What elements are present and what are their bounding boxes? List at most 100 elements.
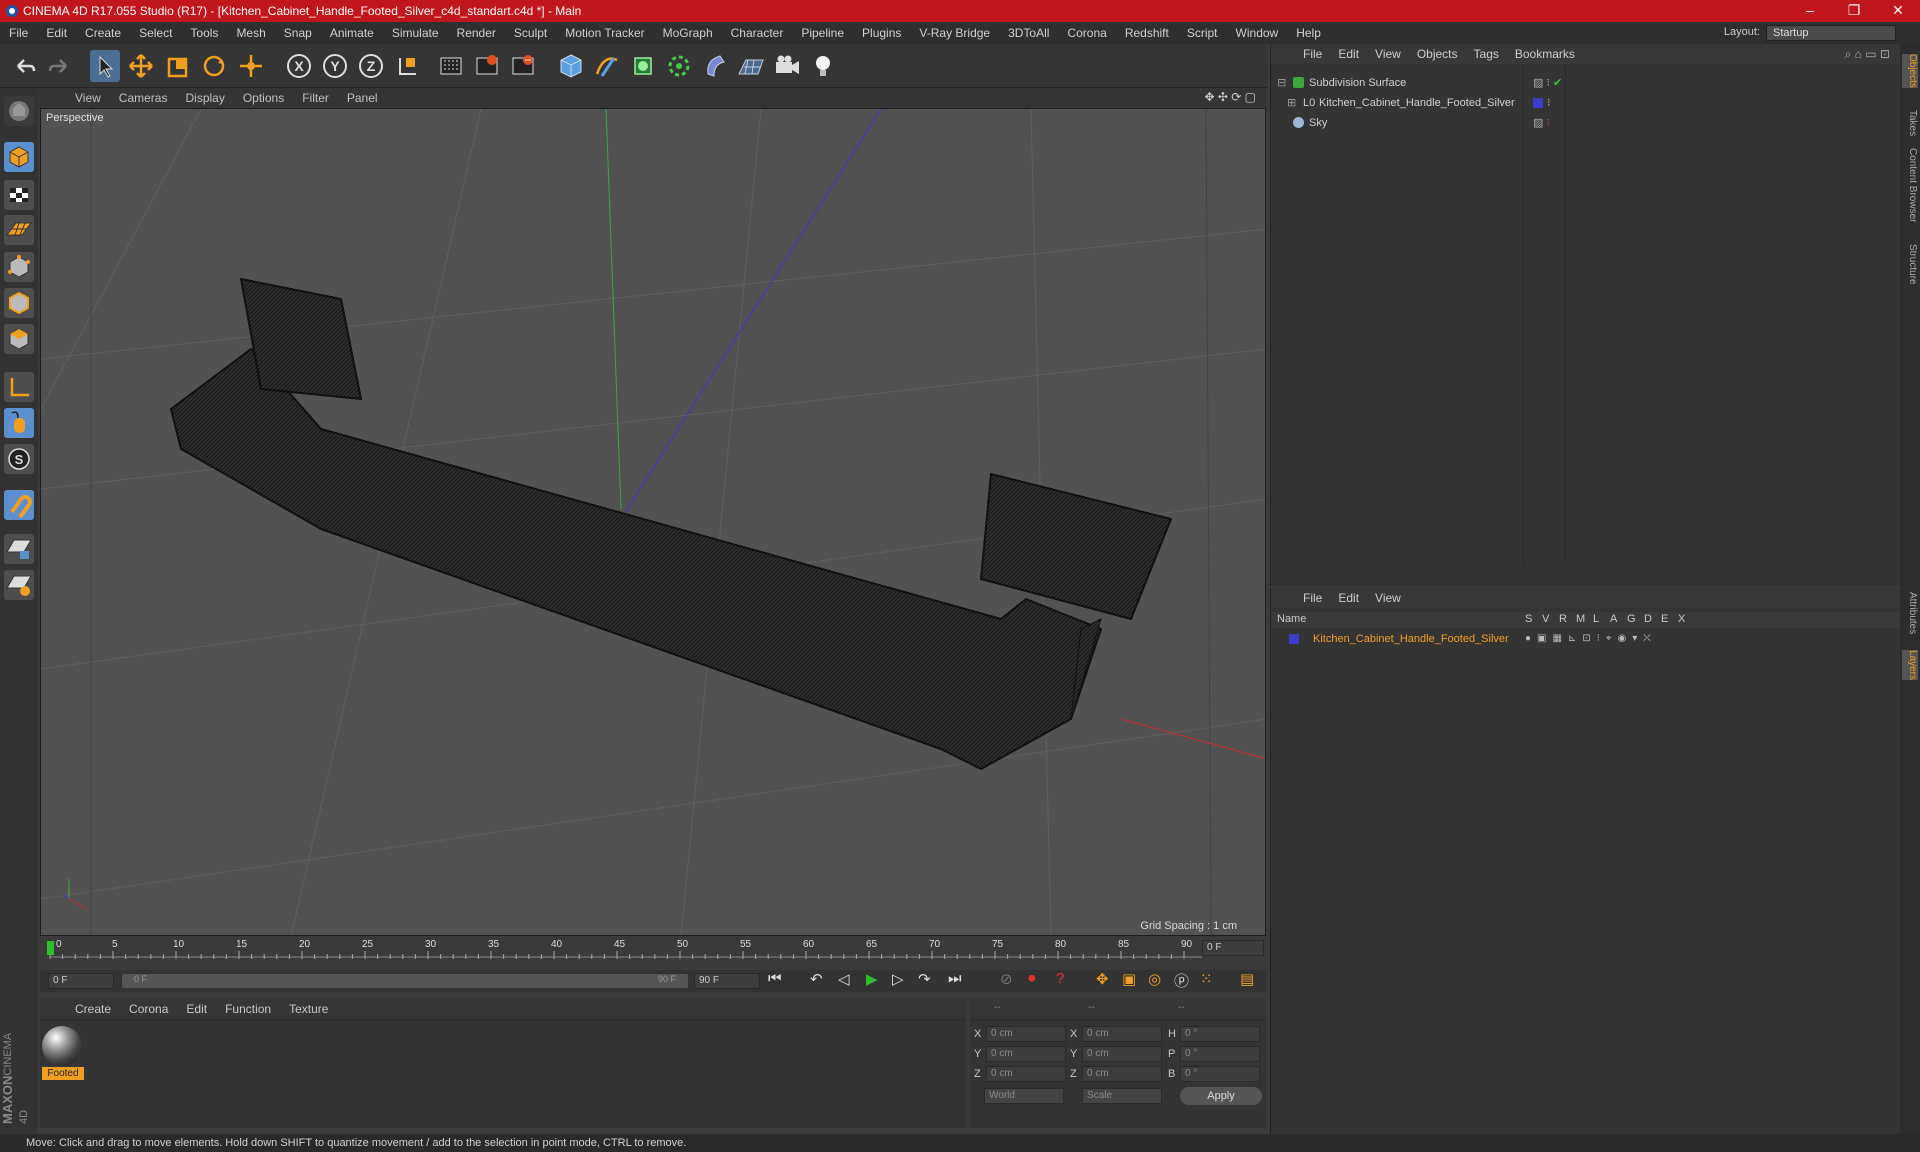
size-x-field[interactable]: 0 cm [1082, 1026, 1162, 1042]
rotation-p-field[interactable]: 0 ° [1180, 1046, 1260, 1062]
camera-object-icon[interactable] [772, 50, 802, 82]
scale-tool-icon[interactable] [163, 50, 193, 82]
position-y-field[interactable]: 0 cm [986, 1046, 1066, 1062]
previous-frame-icon[interactable]: ◁ [838, 970, 850, 988]
material-menu-corona[interactable]: Corona [120, 1002, 177, 1016]
object-menu-view[interactable]: View [1367, 47, 1409, 61]
size-y-field[interactable]: 0 cm [1082, 1046, 1162, 1062]
menu-animate[interactable]: Animate [321, 26, 383, 40]
deformer-bend-icon[interactable] [700, 50, 730, 82]
menu-character[interactable]: Character [722, 26, 793, 40]
edges-mode-icon[interactable] [4, 288, 34, 318]
menu-snap[interactable]: Snap [275, 26, 321, 40]
object-menu-edit[interactable]: Edit [1330, 47, 1367, 61]
minimize-button[interactable]: – [1788, 0, 1832, 22]
go-to-end-icon[interactable]: ⏭ [948, 970, 962, 987]
menu-corona[interactable]: Corona [1058, 26, 1115, 40]
visibility-dots-icon[interactable]: ⁝ [1547, 94, 1551, 112]
layer-menu-edit[interactable]: Edit [1330, 591, 1367, 605]
menu-simulate[interactable]: Simulate [383, 26, 448, 40]
key-position-icon[interactable]: ✥ [1096, 970, 1109, 988]
menu-motion-tracker[interactable]: Motion Tracker [556, 26, 653, 40]
timeline-ruler[interactable]: 0 5 10 15 20 25 30 35 40 45 50 55 60 65 … [40, 937, 1266, 973]
menu-sculpt[interactable]: Sculpt [505, 26, 556, 40]
previous-key-icon[interactable]: ↶ [810, 970, 823, 988]
frame-range-slider[interactable]: 0 F 90 F [122, 974, 688, 988]
expand-icon[interactable]: ⊞ [1287, 94, 1296, 112]
menu-file[interactable]: File [0, 26, 37, 40]
close-button[interactable]: ✕ [1876, 0, 1920, 22]
polygons-mode-icon[interactable] [4, 324, 34, 354]
material-menu-create[interactable]: Create [66, 1002, 120, 1016]
viewport-menu-panel[interactable]: Panel [338, 91, 387, 105]
current-frame-field[interactable]: 0 F [1202, 940, 1264, 956]
select-tool-icon[interactable] [90, 50, 120, 82]
floor-object-icon[interactable] [736, 50, 766, 82]
menu-pipeline[interactable]: Pipeline [792, 26, 853, 40]
layer-color-icon[interactable] [1533, 98, 1543, 108]
menu-tools[interactable]: Tools [181, 26, 227, 40]
object-row-handle[interactable]: ⊞ L0 Kitchen_Cabinet_Handle_Footed_Silve… [1275, 94, 1895, 112]
object-row-sky[interactable]: Sky ▨ ⁝ [1275, 114, 1895, 132]
key-parameter-icon[interactable]: ⓟ [1174, 970, 1189, 991]
object-manager-search-icon[interactable]: ⌕ ⌂ ▭ ⊡ [1845, 47, 1890, 62]
end-frame-field[interactable]: 90 F [694, 973, 760, 989]
menu-mograph[interactable]: MoGraph [654, 26, 722, 40]
tab-layers[interactable]: Layers [1902, 650, 1918, 681]
layout-dropdown[interactable]: Startup [1766, 25, 1896, 41]
tweak-mode-icon[interactable] [4, 408, 34, 438]
layer-menu-file[interactable]: File [1295, 591, 1330, 605]
viewport-menu-filter[interactable]: Filter [293, 91, 338, 105]
coordinate-system-icon[interactable] [392, 50, 422, 82]
rotation-b-field[interactable]: 0 ° [1180, 1066, 1260, 1082]
motion-record-icon[interactable]: ⊘ [1000, 970, 1013, 988]
material-swatch[interactable]: Footed [42, 1026, 84, 1080]
workplane-mode-icon[interactable] [4, 215, 34, 245]
viewport-menu-view[interactable]: View [66, 91, 110, 105]
menu-script[interactable]: Script [1178, 26, 1227, 40]
layer-row[interactable]: Kitchen_Cabinet_Handle_Footed_Silver ●▣▦… [1275, 630, 1895, 648]
viewport-menu-options[interactable]: Options [234, 91, 293, 105]
start-frame-field[interactable]: 0 F [48, 973, 114, 989]
visibility-toggle-icon[interactable]: ▨ ⁝ [1533, 114, 1550, 132]
perspective-viewport[interactable]: Perspective Grid Spacing : 1 cm [40, 108, 1266, 936]
apply-button[interactable]: Apply [1180, 1087, 1262, 1105]
cube-primitive-icon[interactable] [556, 50, 586, 82]
snapping-icon[interactable] [4, 490, 34, 520]
object-menu-objects[interactable]: Objects [1409, 47, 1466, 61]
menu-help[interactable]: Help [1287, 26, 1330, 40]
layer-color-icon[interactable] [1289, 634, 1299, 644]
record-keyframe-icon[interactable]: ⏺ [1028, 970, 1036, 987]
autokey-icon[interactable]: ? [1056, 970, 1064, 987]
transform-tool-icon[interactable] [236, 50, 266, 82]
menu-select[interactable]: Select [130, 26, 181, 40]
redo-icon[interactable] [44, 50, 74, 82]
texture-mode-icon[interactable] [4, 180, 34, 210]
scale-mode-dropdown[interactable]: Scale [1082, 1088, 1162, 1104]
key-rotation-icon[interactable]: ◎ [1148, 970, 1161, 988]
viewport-menu-cameras[interactable]: Cameras [110, 91, 177, 105]
tab-objects[interactable]: Objects [1902, 54, 1918, 88]
layer-flag-icons[interactable]: ●▣▦⊾⊡⁝⌖◉▾⛌ [1525, 630, 1657, 648]
y-axis-lock-icon[interactable]: Y [320, 50, 350, 82]
menu-mesh[interactable]: Mesh [227, 26, 274, 40]
menu-render[interactable]: Render [448, 26, 505, 40]
maximize-button[interactable]: ❐ [1832, 0, 1876, 22]
light-object-icon[interactable] [808, 50, 838, 82]
undo-icon[interactable] [10, 50, 40, 82]
tab-structure[interactable]: Structure [1902, 244, 1918, 285]
subdivision-surface-icon[interactable] [628, 50, 658, 82]
layer-menu-view[interactable]: View [1367, 591, 1409, 605]
menu-redshift[interactable]: Redshift [1116, 26, 1178, 40]
menu-3dtoall[interactable]: 3DToAll [999, 26, 1058, 40]
play-icon[interactable]: ▶ [866, 970, 878, 988]
model-mode-icon[interactable] [4, 142, 34, 172]
x-axis-lock-icon[interactable]: X [284, 50, 314, 82]
solo-mode-icon[interactable]: S [4, 444, 34, 474]
points-mode-icon[interactable] [4, 252, 34, 282]
go-to-start-icon[interactable]: ⏮ [768, 970, 782, 987]
object-row-subdivision[interactable]: ⊟ Subdivision Surface ▨ ⁝ ✔ [1275, 74, 1895, 92]
rotation-h-field[interactable]: 0 ° [1180, 1026, 1260, 1042]
object-menu-tags[interactable]: Tags [1466, 47, 1507, 61]
make-editable-icon[interactable] [4, 96, 34, 126]
